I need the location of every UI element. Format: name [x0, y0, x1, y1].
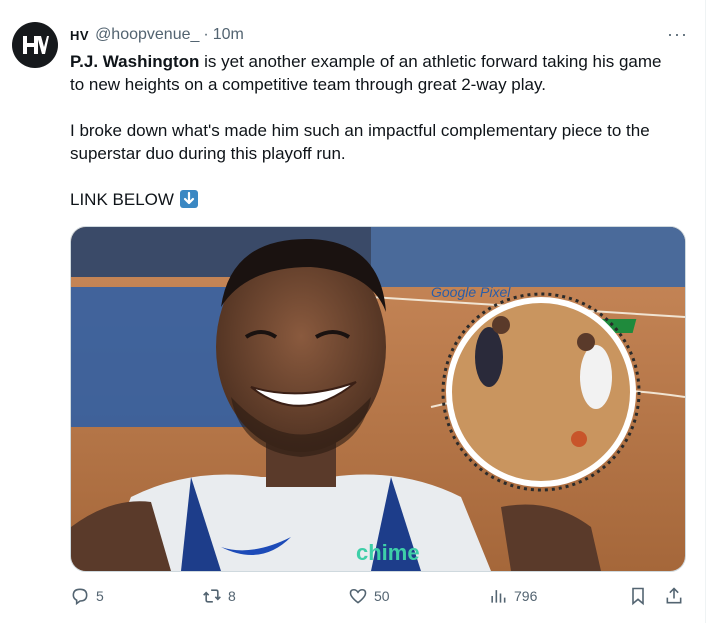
mentioned-player: P.J. Washington: [70, 52, 200, 71]
bookmark-button[interactable]: [628, 586, 648, 606]
repost-icon: [203, 589, 221, 603]
heart-icon: [349, 588, 367, 604]
avatar[interactable]: [12, 22, 58, 68]
views-button[interactable]: 796: [488, 586, 537, 606]
timeline-border: [705, 0, 706, 623]
reply-button[interactable]: 5: [70, 586, 104, 606]
separator-dot: ·: [203, 26, 209, 43]
repost-button[interactable]: 8: [202, 586, 236, 606]
court-sponsor-text: Google Pixel: [431, 284, 511, 300]
like-button[interactable]: 50: [348, 586, 390, 606]
tweet-paragraph-1: P.J. Washington is yet another example o…: [70, 50, 680, 96]
timestamp[interactable]: 10m: [213, 26, 244, 44]
tweet-paragraph-2: I broke down what's made him such an imp…: [70, 121, 650, 163]
reply-icon: [72, 588, 88, 606]
tweet-paragraph-3: LINK BELOW: [70, 188, 680, 211]
link-below-text: LINK BELOW: [70, 190, 174, 209]
jersey-sponsor-text: chime: [356, 540, 420, 565]
reply-count: 5: [96, 588, 104, 604]
player-graphic: Google Pixel chime: [71, 227, 685, 571]
bookmark-icon: [632, 587, 644, 606]
share-icon: [666, 587, 682, 604]
view-count: 796: [514, 588, 538, 604]
down-arrow-emoji-icon: [179, 190, 198, 208]
tweet-text: P.J. Washington is yet another example o…: [70, 50, 680, 234]
like-count: 50: [374, 588, 390, 604]
tweet-actions: 5 8 50 796: [70, 586, 690, 610]
analytics-icon: [491, 590, 506, 603]
hoopvenue-logo-icon: [23, 36, 49, 54]
tweet-header: HV @hoopvenue_ · 10m ···: [70, 24, 688, 46]
tweet-media-image[interactable]: Google Pixel chime: [70, 226, 686, 572]
more-options-button[interactable]: ···: [667, 24, 688, 45]
user-handle[interactable]: @hoopvenue_: [95, 26, 199, 44]
share-button[interactable]: [664, 586, 684, 606]
display-name[interactable]: HV: [70, 28, 89, 43]
repost-count: 8: [228, 588, 236, 604]
